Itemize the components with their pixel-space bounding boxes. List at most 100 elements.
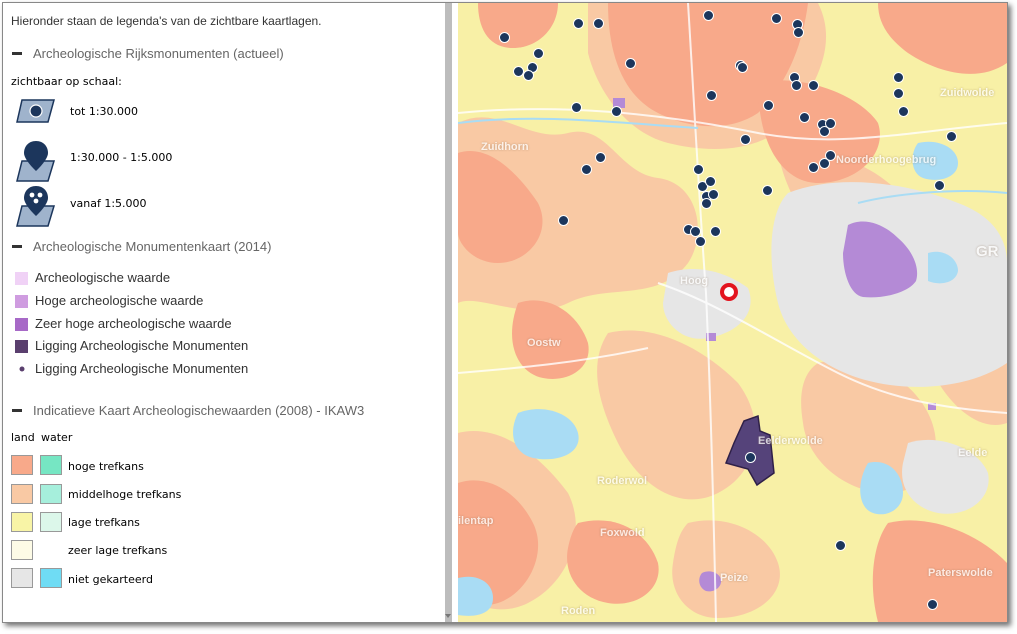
- amk-item-label: Archeologische waarde: [35, 270, 171, 285]
- ikaw-item-label: hoge trefkans: [68, 460, 144, 473]
- monument-point[interactable]: [533, 48, 544, 59]
- monument-point[interactable]: [573, 18, 584, 29]
- monument-point[interactable]: [571, 102, 582, 113]
- swatch-water-lage: [40, 512, 62, 532]
- monument-point[interactable]: [625, 58, 636, 69]
- swatch-land-zeer-lage: [11, 540, 33, 560]
- place-label: Oostw: [527, 337, 561, 349]
- monument-point[interactable]: [706, 90, 717, 101]
- rijks-item-label: tot 1:30.000: [70, 105, 139, 118]
- monument-point[interactable]: [808, 80, 819, 91]
- scale-caption: zichtbaar op schaal:: [11, 75, 122, 88]
- monument-point[interactable]: [934, 180, 945, 191]
- monument-point[interactable]: [745, 452, 756, 463]
- place-label: Eelderwolde: [758, 435, 823, 447]
- monument-point[interactable]: [705, 176, 716, 187]
- amk-item-label: Ligging Archeologische Monumenten: [35, 361, 249, 376]
- place-label: ilentap: [458, 515, 494, 527]
- monument-point[interactable]: [581, 164, 592, 175]
- amk-item-label: Zeer hoge archeologische waarde: [35, 316, 232, 331]
- monument-point[interactable]: [893, 72, 904, 83]
- monument-pin-icon: [16, 141, 56, 182]
- swatch-water-niet-gekarteerd: [40, 568, 62, 588]
- splitter-bar[interactable]: [445, 3, 452, 622]
- place-label: Noorderhoogebrug: [836, 154, 937, 166]
- monument-point[interactable]: [927, 599, 938, 610]
- place-label: Zuidhorn: [481, 141, 529, 153]
- section-title: Archeologische Monumentenkaart (2014): [33, 238, 272, 254]
- monument-point[interactable]: [763, 100, 774, 111]
- monument-point[interactable]: [737, 62, 748, 73]
- collapse-icon[interactable]: [12, 244, 22, 248]
- ikaw-item-label: lage trefkans: [68, 516, 140, 529]
- swatch-land-lage: [11, 512, 33, 532]
- column-land: land: [11, 431, 35, 444]
- monument-dot-icon: [19, 366, 25, 372]
- monument-point[interactable]: [793, 27, 804, 38]
- monument-point[interactable]: [819, 126, 830, 137]
- monument-point[interactable]: [771, 13, 782, 24]
- collapse-icon[interactable]: [12, 408, 22, 412]
- monument-point[interactable]: [898, 106, 909, 117]
- panel-splitter[interactable]: [440, 3, 458, 622]
- place-label: Peize: [720, 572, 749, 584]
- ikaw-item-label: zeer lage trefkans: [68, 544, 168, 557]
- monument-point[interactable]: [695, 236, 706, 247]
- swatch-archeologische-waarde: [15, 272, 28, 285]
- section-rijksmonumenten[interactable]: Archeologische Rijksmonumenten (actueel): [12, 45, 284, 61]
- monument-point[interactable]: [701, 198, 712, 209]
- monument-point[interactable]: [835, 540, 846, 551]
- location-marker[interactable]: [720, 283, 738, 301]
- ikaw-item-label: niet gekarteerd: [68, 573, 153, 586]
- swatch-ligging-monumenten: [15, 340, 28, 353]
- monument-point-icon: [16, 99, 55, 123]
- swatch-land-middelhoge: [11, 484, 33, 504]
- collapse-icon[interactable]: [12, 51, 22, 55]
- monument-point[interactable]: [710, 226, 721, 237]
- monument-point[interactable]: [946, 131, 957, 142]
- place-label: GR: [976, 243, 999, 260]
- place-label: Hoog: [680, 275, 709, 287]
- monument-point[interactable]: [808, 162, 819, 173]
- monument-point[interactable]: [740, 134, 751, 145]
- monument-point[interactable]: [593, 18, 604, 29]
- place-label: Zuidwolde: [940, 87, 995, 99]
- monument-point[interactable]: [693, 164, 704, 175]
- ikaw-item-label: middelhoge trefkans: [68, 488, 182, 501]
- place-label: Roden: [561, 605, 596, 617]
- swatch-land-hoge: [11, 455, 33, 475]
- monument-point[interactable]: [595, 152, 606, 163]
- monument-point[interactable]: [611, 106, 622, 117]
- monument-point[interactable]: [791, 80, 802, 91]
- rijks-item-label: vanaf 1:5.000: [70, 197, 147, 210]
- legend-map-frame: Hieronder staan de legenda's van de zich…: [2, 2, 1008, 623]
- monument-point[interactable]: [819, 158, 830, 169]
- swatch-land-niet-gekarteerd: [11, 568, 33, 588]
- map-view[interactable]: Zuidhorn Hoog Oostw Roderwol Roden Peize…: [458, 3, 1007, 622]
- map-layers: [458, 3, 1007, 622]
- place-label: Paterswolde: [928, 567, 993, 579]
- swatch-water-middelhoge: [40, 484, 62, 504]
- amk-item-label: Hoge archeologische waarde: [35, 293, 204, 308]
- monument-point[interactable]: [799, 112, 810, 123]
- monument-point[interactable]: [893, 88, 904, 99]
- place-label: Eelde: [958, 447, 988, 459]
- monument-point[interactable]: [523, 70, 534, 81]
- section-title: Archeologische Rijksmonumenten (actueel): [33, 45, 284, 61]
- section-ikaw[interactable]: Indicatieve Kaart Archeologischewaarden …: [12, 402, 364, 418]
- monument-point[interactable]: [762, 185, 773, 196]
- swatch-water-hoge: [40, 455, 62, 475]
- place-label: Foxwold: [600, 527, 645, 539]
- monument-point[interactable]: [703, 10, 714, 21]
- scroll-down-icon[interactable]: [445, 614, 451, 618]
- monument-point[interactable]: [558, 215, 569, 226]
- monument-point[interactable]: [499, 32, 510, 43]
- rijks-item-label: 1:30.000 - 1:5.000: [70, 151, 173, 164]
- column-water: water: [41, 431, 73, 444]
- place-label: Roderwol: [597, 475, 648, 487]
- amk-item-label: Ligging Archeologische Monumenten: [35, 338, 249, 353]
- section-title: Indicatieve Kaart Archeologischewaarden …: [33, 402, 365, 418]
- swatch-zeer-hoge-waarde: [15, 318, 28, 331]
- section-amk[interactable]: Archeologische Monumentenkaart (2014): [12, 238, 271, 254]
- legend-panel: Hieronder staan de legenda's van de zich…: [3, 3, 440, 622]
